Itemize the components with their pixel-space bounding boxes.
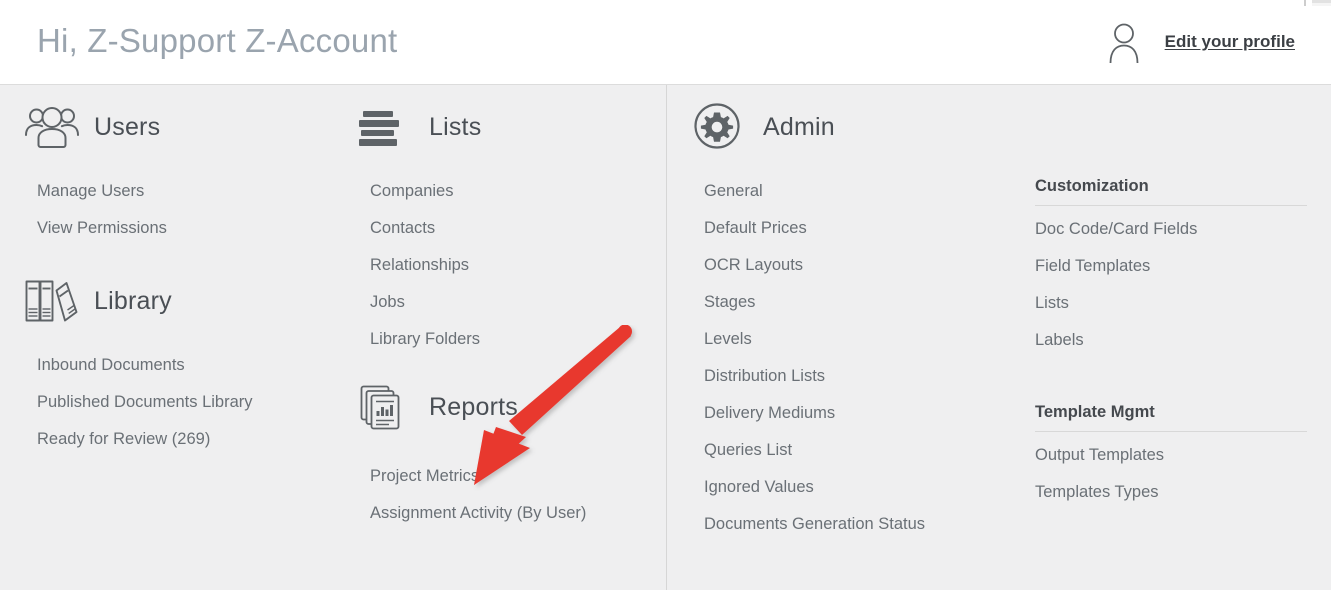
link-inbound-documents[interactable]: Inbound Documents <box>37 357 185 374</box>
link-customization-lists[interactable]: Lists <box>1035 295 1069 312</box>
link-delivery-mediums[interactable]: Delivery Mediums <box>704 405 835 422</box>
section-title-users: Users <box>94 112 161 141</box>
section-admin-header: Admin <box>693 103 835 151</box>
link-documents-generation-status[interactable]: Documents Generation Status <box>704 516 925 533</box>
section-title-admin: Admin <box>763 112 835 141</box>
section-reports-header: Reports <box>359 383 518 431</box>
section-users-header: Users <box>24 103 160 151</box>
link-queries-list[interactable]: Queries List <box>704 442 792 459</box>
section-lists-header: Lists <box>359 103 481 151</box>
books-icon <box>24 277 80 325</box>
section-title-lists: Lists <box>429 112 482 141</box>
link-jobs[interactable]: Jobs <box>370 294 405 311</box>
list-bars-icon <box>359 103 415 151</box>
greeting-title: Hi, Z-Support Z-Account <box>37 22 398 59</box>
link-distribution-lists[interactable]: Distribution Lists <box>704 368 825 385</box>
gear-circle-icon <box>693 103 749 151</box>
link-assignment-activity-by-user[interactable]: Assignment Activity (By User) <box>370 505 586 522</box>
admin-home-page: Hi, Z-Support Z-Account Edit your profil… <box>0 0 1331 590</box>
window-corner-artifact <box>1304 0 1331 6</box>
link-stages[interactable]: Stages <box>704 294 755 311</box>
link-ocr-layouts[interactable]: OCR Layouts <box>704 257 803 274</box>
link-levels[interactable]: Levels <box>704 331 752 348</box>
link-output-templates[interactable]: Output Templates <box>1035 447 1164 464</box>
person-outline-icon <box>1105 21 1143 63</box>
link-field-templates[interactable]: Field Templates <box>1035 258 1150 275</box>
link-contacts[interactable]: Contacts <box>370 220 435 237</box>
users-group-icon <box>24 103 80 151</box>
subsection-title-template-mgmt: Template Mgmt <box>1035 403 1307 432</box>
profile-area: Edit your profile <box>1105 21 1295 63</box>
link-view-permissions[interactable]: View Permissions <box>37 220 167 237</box>
page-header: Hi, Z-Support Z-Account Edit your profil… <box>0 0 1331 85</box>
link-doc-code-card-fields[interactable]: Doc Code/Card Fields <box>1035 221 1197 238</box>
link-relationships[interactable]: Relationships <box>370 257 469 274</box>
edit-profile-link[interactable]: Edit your profile <box>1165 32 1295 52</box>
reports-documents-chart-icon <box>359 383 415 431</box>
link-templates-types[interactable]: Templates Types <box>1035 484 1159 501</box>
link-default-prices[interactable]: Default Prices <box>704 220 807 237</box>
link-ignored-values[interactable]: Ignored Values <box>704 479 814 496</box>
link-published-documents-library[interactable]: Published Documents Library <box>37 394 253 411</box>
section-title-reports: Reports <box>429 392 518 421</box>
link-project-metrics[interactable]: Project Metrics <box>370 468 479 485</box>
link-library-folders[interactable]: Library Folders <box>370 331 480 348</box>
link-companies[interactable]: Companies <box>370 183 453 200</box>
content-area: Users Manage Users View Permissions Libr… <box>0 85 1331 590</box>
section-library-header: Library <box>24 277 172 325</box>
link-labels[interactable]: Labels <box>1035 332 1084 349</box>
link-ready-for-review[interactable]: Ready for Review (269) <box>37 431 210 448</box>
section-title-library: Library <box>94 286 172 315</box>
link-manage-users[interactable]: Manage Users <box>37 183 144 200</box>
column-divider <box>666 85 667 590</box>
link-general[interactable]: General <box>704 183 763 200</box>
subsection-title-customization: Customization <box>1035 177 1307 206</box>
